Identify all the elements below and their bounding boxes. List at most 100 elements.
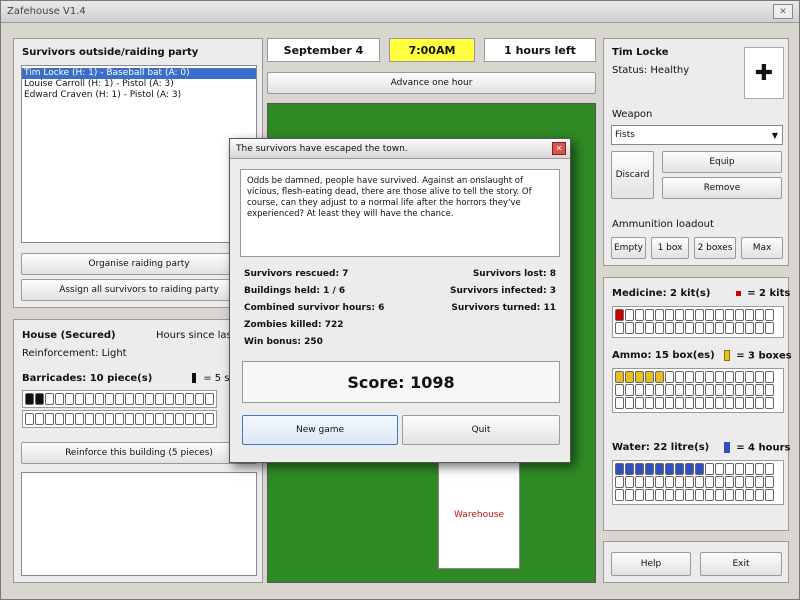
survivors-list[interactable]: Tim Locke (H: 1) - Baseball bat (A: 0) L…: [21, 65, 257, 243]
slot: [135, 393, 144, 405]
barricades-count: Barricades: 10 piece(s): [22, 373, 153, 384]
window-title: Zafehouse V1.4: [7, 6, 86, 17]
water-key-swatch: [724, 442, 730, 453]
supply-slot: [715, 309, 724, 321]
supply-slot: [635, 397, 644, 409]
discard-button[interactable]: Discard: [611, 151, 654, 199]
supply-slot: [715, 489, 724, 501]
app-window: Zafehouse V1.4 ✕ Survivors outside/raidi…: [0, 0, 800, 600]
supply-slot: [615, 309, 624, 321]
supply-slot: [695, 371, 704, 383]
slot: [145, 413, 154, 425]
ammo-slots: [612, 368, 784, 413]
stat-survivors-infected: Survivors infected: 3: [450, 286, 556, 296]
bottom-button-panel: Help Exit: [603, 541, 789, 583]
supply-slot: [745, 489, 754, 501]
slot: [185, 413, 194, 425]
supply-slot: [615, 384, 624, 396]
supply-slot: [625, 384, 634, 396]
weapon-select[interactable]: Fists ▼: [611, 125, 783, 145]
ammo-1-box-button[interactable]: 1 box: [651, 237, 689, 259]
supply-slot: [685, 371, 694, 383]
quit-button[interactable]: Quit: [402, 415, 560, 445]
supply-slot: [665, 489, 674, 501]
survivors-heading: Survivors outside/raiding party: [22, 47, 199, 58]
supply-slot: [705, 309, 714, 321]
supply-slot: [615, 397, 624, 409]
new-game-button[interactable]: New game: [242, 415, 398, 445]
supply-slot: [635, 463, 644, 475]
water-label: Water: 22 litre(s): [612, 442, 710, 453]
medicine-key-swatch: [736, 290, 741, 296]
ammo-empty-button[interactable]: Empty: [611, 237, 646, 259]
supply-slot: [765, 489, 774, 501]
house-title: House (Secured): [22, 330, 116, 341]
stat-zombies-killed: Zombies killed: 722: [244, 320, 344, 330]
supply-slot: [725, 489, 734, 501]
house-log: [21, 472, 257, 576]
supply-slot: [615, 476, 624, 488]
help-button[interactable]: Help: [611, 552, 691, 576]
dialog-message-box: Odds be damned, people have survived. Ag…: [240, 169, 560, 257]
supply-slot: [695, 397, 704, 409]
supply-slot: [705, 384, 714, 396]
organise-raiding-party-button[interactable]: Organise raiding party: [21, 253, 257, 275]
water-slots: [612, 460, 784, 505]
supply-slot: [635, 384, 644, 396]
dialog-close-icon[interactable]: ✕: [552, 142, 566, 155]
supply-slot: [735, 371, 744, 383]
survivor-item[interactable]: Louise Carroll (H: 1) - Pistol (A: 3): [22, 79, 256, 90]
slot: [35, 413, 44, 425]
supply-slot: [665, 476, 674, 488]
equip-button[interactable]: Equip: [662, 151, 782, 173]
water-key-label: = 4 hours: [736, 442, 791, 454]
supply-slot: [695, 489, 704, 501]
exit-button[interactable]: Exit: [700, 552, 782, 576]
supply-slot: [765, 309, 774, 321]
supply-slot: [745, 397, 754, 409]
character-panel: Tim Locke Status: Healthy ✚ Weapon Fists…: [603, 38, 789, 266]
supply-slot: [705, 476, 714, 488]
supply-slot: [665, 309, 674, 321]
remove-button[interactable]: Remove: [662, 177, 782, 199]
supply-slot: [715, 463, 724, 475]
supply-slot: [675, 463, 684, 475]
supply-slot: [755, 384, 764, 396]
supply-slot: [745, 322, 754, 334]
supply-slot: [765, 322, 774, 334]
slot: [95, 413, 104, 425]
supply-slot: [705, 397, 714, 409]
supply-slot: [655, 309, 664, 321]
reinforce-building-button[interactable]: Reinforce this building (5 pieces): [21, 442, 257, 464]
ammo-2-boxes-button[interactable]: 2 boxes: [694, 237, 736, 259]
supply-slot: [645, 384, 654, 396]
supply-slot: [635, 476, 644, 488]
supply-slot: [675, 384, 684, 396]
advance-one-hour-button[interactable]: Advance one hour: [267, 72, 596, 94]
stat-survivors-lost: Survivors lost: 8: [472, 269, 556, 279]
slot: [55, 393, 64, 405]
supply-slot: [625, 463, 634, 475]
supply-slot: [725, 476, 734, 488]
dialog-title: The survivors have escaped the town.: [236, 143, 408, 154]
slot: [165, 413, 174, 425]
assign-all-survivors-button[interactable]: Assign all survivors to raiding party: [21, 279, 257, 301]
supply-slot: [625, 476, 634, 488]
supply-slot: [695, 384, 704, 396]
window-close-icon[interactable]: ✕: [773, 4, 793, 19]
title-bar: Zafehouse V1.4: [1, 1, 799, 23]
medicine-key-label: = 2 kits: [747, 288, 791, 299]
supply-slot: [615, 463, 624, 475]
slot: [205, 413, 214, 425]
score-box: Score: 1098: [242, 361, 560, 403]
supply-slot: [615, 489, 624, 501]
survivor-item[interactable]: Edward Craven (H: 1) - Pistol (A: 3): [22, 90, 256, 101]
supply-slot: [725, 309, 734, 321]
chevron-down-icon[interactable]: ▼: [772, 131, 778, 140]
warehouse-building[interactable]: Warehouse: [438, 460, 520, 569]
slot: [145, 393, 154, 405]
survivor-item[interactable]: Tim Locke (H: 1) - Baseball bat (A: 0): [22, 68, 256, 79]
ammo-max-button[interactable]: Max: [741, 237, 783, 259]
supply-slot: [735, 384, 744, 396]
supply-slot: [625, 489, 634, 501]
